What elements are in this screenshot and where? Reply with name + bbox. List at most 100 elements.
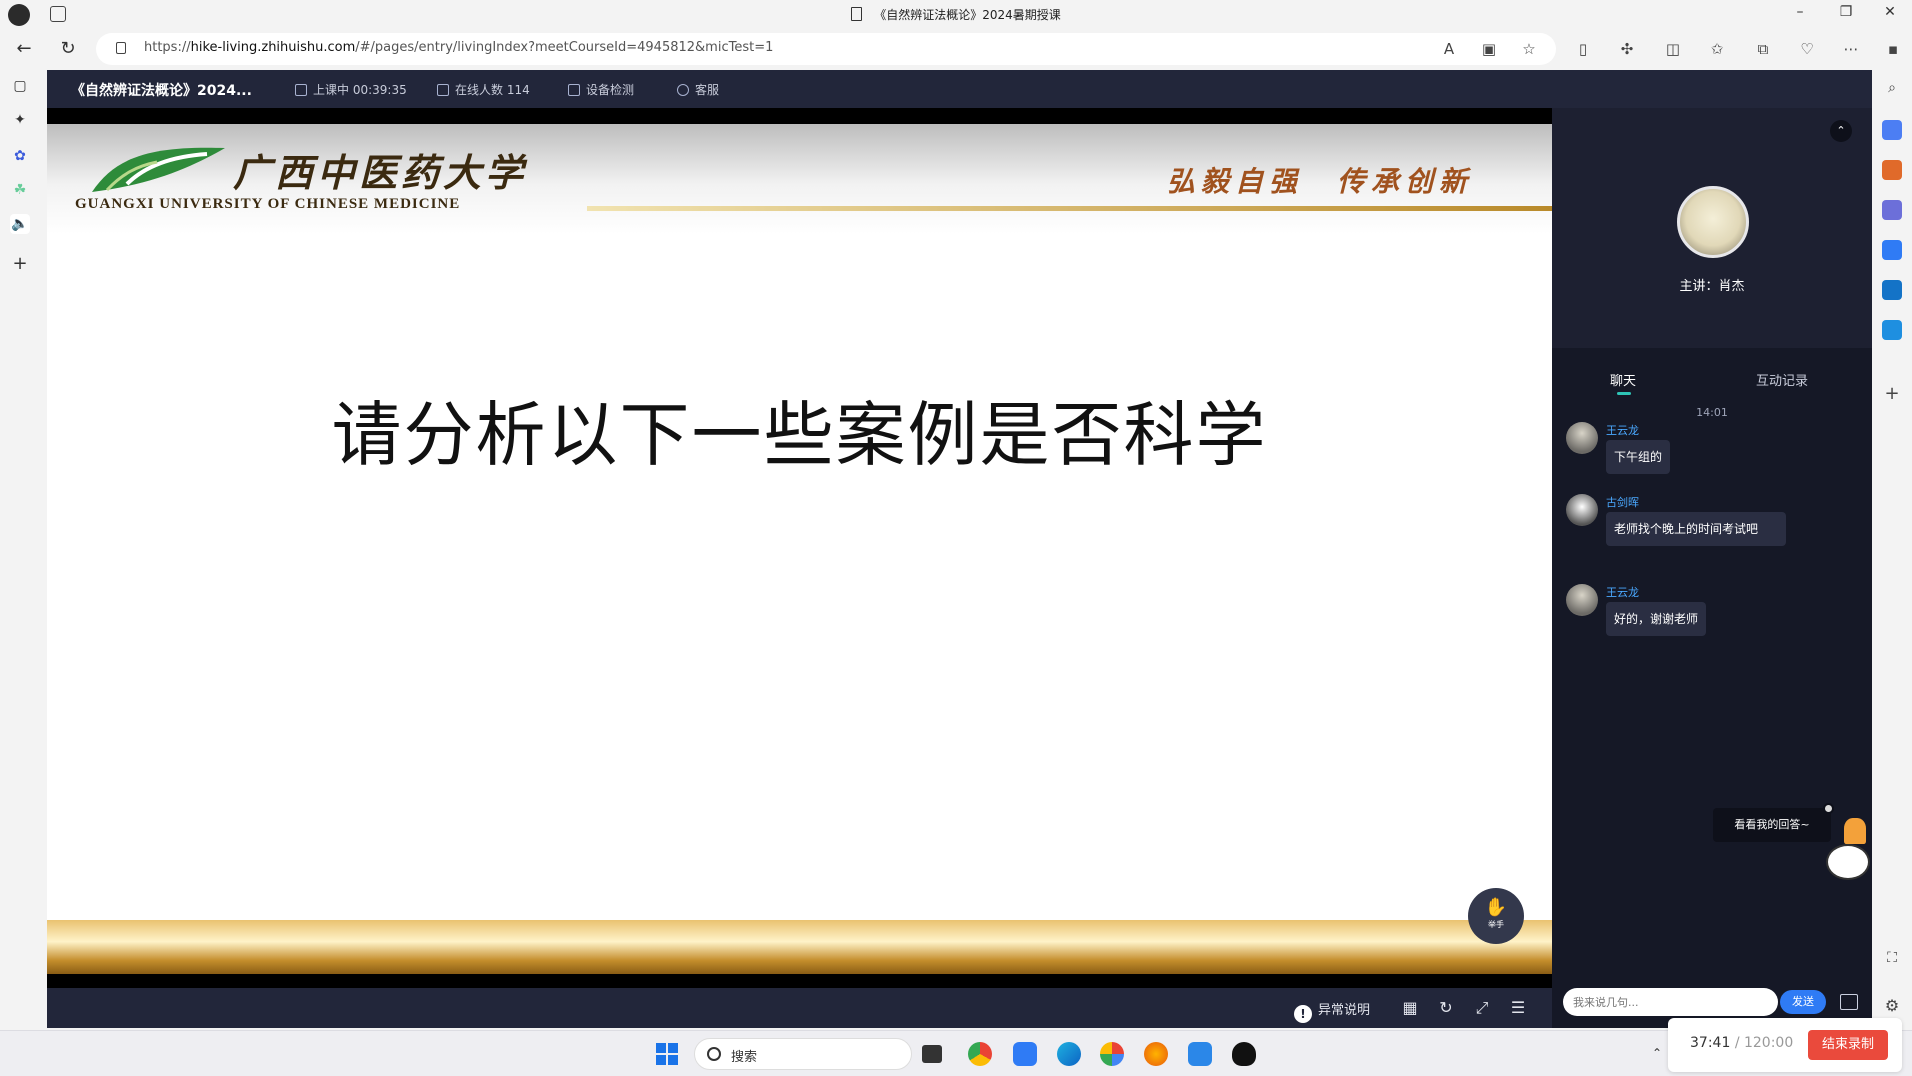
telegram-icon[interactable]	[1882, 320, 1902, 340]
games-icon[interactable]	[1882, 200, 1902, 220]
browser-titlebar: 《自然辨证法概论》2024暑期授课 – ❐ ✕	[0, 0, 1912, 28]
outlook-icon[interactable]	[1882, 280, 1902, 300]
shopping-icon[interactable]	[1882, 160, 1902, 180]
copilot-icon[interactable]	[1882, 120, 1902, 140]
slide-main-text: 请分析以下一些案例是否科学	[331, 394, 1268, 476]
image-upload-icon[interactable]	[1840, 994, 1858, 1010]
taskbar-search[interactable]: 搜索	[694, 1038, 912, 1070]
refresh-icon[interactable]: ↻	[56, 37, 80, 61]
office-icon[interactable]	[1882, 240, 1902, 260]
qq-icon[interactable]	[1232, 1042, 1256, 1066]
settings-gear-icon[interactable]: ⚙	[1882, 996, 1902, 1016]
side-panel: ⌃ 主讲：肖杰 聊天 互动记录 14:01 王云龙 下午组的 古剑晖 老师找个晚…	[1552, 108, 1872, 1028]
course-title: 《自然辨证法概论》2024...	[71, 83, 252, 99]
more-menu-icon[interactable]: ⋯	[1842, 40, 1860, 58]
photos-icon[interactable]	[1100, 1042, 1124, 1066]
send-button[interactable]: 发送	[1780, 990, 1826, 1014]
collections-icon[interactable]: ⧉	[1754, 40, 1772, 58]
university-name-cn: 广西中医药大学	[233, 150, 528, 195]
reading-view-icon[interactable]: ▯	[1574, 40, 1592, 58]
users-icon	[437, 84, 449, 96]
read-aloud-icon[interactable]: A	[1440, 40, 1458, 58]
presentation-slide: 广西中医药大学 GUANGXI UNIVERSITY OF CHINESE ME…	[47, 124, 1552, 974]
tab-chat[interactable]: 聊天	[1610, 370, 1636, 389]
message-bubble: 下午组的	[1606, 440, 1671, 474]
player-controls: ! 异常说明 ▦ ↻ ⤢ ☰	[47, 988, 1552, 1028]
assistant-mascot-icon[interactable]	[1826, 812, 1872, 882]
active-tab-indicator	[1617, 392, 1631, 395]
search-icon	[707, 1047, 721, 1061]
recording-widget: 37:41 / 120:00 结束录制	[1668, 1018, 1902, 1072]
baidu-icon[interactable]: ✿	[10, 146, 30, 166]
slide-viewer: 广西中医药大学 GUANGXI UNIVERSITY OF CHINESE ME…	[47, 108, 1552, 988]
sender-name: 古剑晖	[1606, 496, 1639, 509]
live-classroom-app: 《自然辨证法概论》2024... 上课中 00:39:35 在线人数 114 设…	[47, 70, 1872, 1028]
chrome-icon[interactable]	[968, 1042, 992, 1066]
slide-footer	[47, 920, 1552, 974]
address-bar[interactable]: https://hike-living.zhihuishu.com/#/page…	[96, 33, 1556, 65]
mic-level-icon	[295, 84, 307, 96]
raise-hand-button[interactable]: ✋ 举手	[1468, 888, 1524, 944]
chat-input[interactable]	[1573, 993, 1733, 1011]
app-topbar: 《自然辨证法概论》2024... 上课中 00:39:35 在线人数 114 设…	[47, 70, 1872, 108]
fullscreen-icon[interactable]: ⤢	[1472, 998, 1492, 1018]
windows-start-icon[interactable]	[656, 1043, 678, 1065]
collapse-chevron-icon[interactable]: ⌃	[1830, 120, 1852, 142]
restore-button[interactable]: ❐	[1826, 4, 1866, 24]
screenshot-icon[interactable]: ⛶	[1882, 950, 1902, 970]
window-title: 《自然辨证法概论》2024暑期授课	[0, 6, 1912, 23]
device-check-button[interactable]: 设备检测	[568, 81, 634, 98]
online-count[interactable]: 在线人数 114	[437, 81, 530, 98]
edge-icon[interactable]	[1057, 1042, 1081, 1066]
info-icon: !	[1294, 1005, 1312, 1023]
chat-input-box[interactable]	[1563, 988, 1778, 1016]
firefox-icon[interactable]	[1144, 1042, 1168, 1066]
tab-icon[interactable]: ▢	[10, 76, 30, 96]
tray-chevron-icon[interactable]: ⌃	[1652, 1046, 1662, 1060]
hand-icon: ✋	[1484, 897, 1508, 918]
close-button[interactable]: ✕	[1870, 4, 1910, 24]
tab-interaction-record[interactable]: 互动记录	[1756, 370, 1808, 389]
end-recording-button[interactable]: 结束录制	[1808, 1030, 1888, 1060]
app-icon[interactable]: ☘	[10, 180, 30, 200]
sidebar-toggle-icon[interactable]: ▪	[1884, 40, 1902, 58]
university-name-en: GUANGXI UNIVERSITY OF CHINESE MEDICINE	[75, 196, 461, 212]
split-screen-icon[interactable]: ◫	[1664, 40, 1682, 58]
search-icon[interactable]: ⌕	[1882, 80, 1902, 100]
back-arrow-icon[interactable]: ←	[12, 37, 36, 61]
message-bubble: 好的，谢谢老师	[1606, 602, 1707, 636]
reload-icon[interactable]: ↻	[1436, 998, 1456, 1018]
customer-service-button[interactable]: 客服	[677, 81, 719, 98]
headset-icon	[677, 84, 689, 96]
windows-taskbar: 搜索	[0, 1030, 1912, 1076]
recording-timer: 37:41 / 120:00	[1690, 1035, 1794, 1051]
menu-list-icon[interactable]: ☰	[1508, 998, 1528, 1018]
browser-essentials-icon[interactable]: ♡	[1798, 40, 1816, 58]
class-status: 上课中 00:39:35	[295, 81, 407, 98]
extension-icon[interactable]: ✦	[10, 110, 30, 130]
chat-timestamp: 14:01	[1696, 406, 1728, 419]
app-k-icon[interactable]	[1013, 1042, 1037, 1066]
sender-name: 王云龙	[1606, 586, 1639, 599]
minimize-button[interactable]: –	[1780, 4, 1820, 24]
url-text[interactable]: https://hike-living.zhihuishu.com/#/page…	[144, 40, 773, 55]
lock-icon	[116, 42, 126, 54]
mascot-body	[1826, 844, 1870, 880]
app-available-icon[interactable]: ▣	[1480, 40, 1498, 58]
add-sidebar-icon[interactable]: +	[1882, 384, 1902, 404]
assistant-popup[interactable]: 看看我的回答~	[1713, 808, 1831, 842]
task-view-icon[interactable]	[922, 1045, 942, 1063]
speaker-icon[interactable]: 🔈	[10, 214, 30, 234]
favorites-icon[interactable]: ✩	[1708, 40, 1726, 58]
extensions-icon[interactable]: ✣	[1618, 40, 1636, 58]
monitor-icon	[568, 84, 580, 96]
add-icon[interactable]: +	[10, 254, 30, 274]
mail-icon[interactable]	[1188, 1042, 1212, 1066]
university-logo-icon	[92, 147, 225, 192]
favorite-star-icon[interactable]: ☆	[1520, 40, 1538, 58]
sender-name: 王云龙	[1606, 424, 1639, 437]
browser-navbar: ← ↻ https://hike-living.zhihuishu.com/#/…	[0, 28, 1912, 70]
university-motto: 弘毅自强 传承创新	[1167, 165, 1474, 198]
anomaly-report-button[interactable]: ! 异常说明	[1294, 999, 1370, 1023]
layout-icon[interactable]: ▦	[1400, 998, 1420, 1018]
